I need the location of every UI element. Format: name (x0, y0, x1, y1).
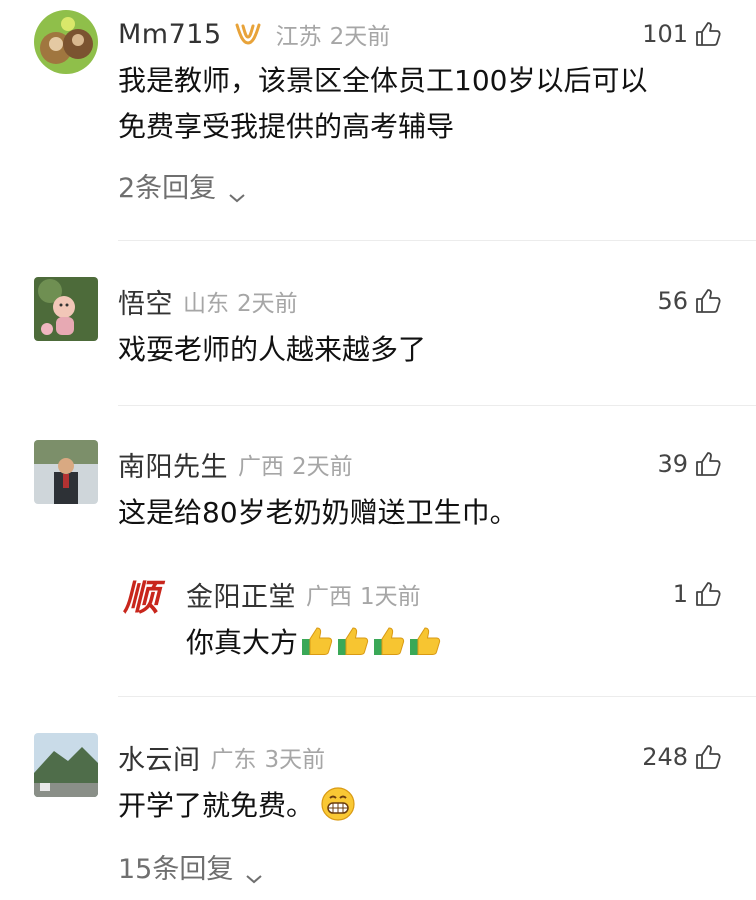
like-button[interactable]: 1 (673, 574, 722, 614)
avatar[interactable] (34, 733, 98, 797)
comment-text-line: 我是教师，该景区全体员工100岁以后可以 (118, 64, 648, 97)
comment-text-content: 开学了就免费。 (118, 789, 315, 822)
avatar[interactable] (34, 277, 98, 341)
grinning-emoji-icon (320, 786, 356, 822)
replies-label: 15条回复 (118, 854, 234, 885)
thumbs-up-emoji-icon (300, 624, 334, 658)
avatar-logo-text: 顺 (122, 577, 159, 619)
username[interactable]: 南阳先生 (118, 445, 228, 484)
comment-item: 水云间 广东 3天前 248 开学了就免费。 15条回复 (0, 697, 756, 900)
thumbs-up-outline-icon (694, 287, 722, 315)
comment-meta: Mm715 江苏 2天前 (118, 14, 390, 54)
comment-item: Mm715 江苏 2天前 101 我是教师，该景区全体员工100岁以后可以 免费… (0, 0, 756, 240)
avatar[interactable] (34, 10, 98, 74)
view-replies-button[interactable]: 2条回复 (118, 166, 246, 205)
thumbs-up-emoji-icon (372, 624, 406, 658)
reply-meta: 金阳正堂 广西 1天前 (186, 574, 421, 614)
comment-text: 开学了就免费。 (118, 783, 356, 829)
like-count: 101 (642, 20, 688, 48)
like-count: 56 (657, 287, 688, 315)
like-count: 248 (642, 743, 688, 771)
comment-item: 悟空 山东 2天前 56 戏耍老师的人越来越多了 (0, 241, 756, 405)
username[interactable]: 悟空 (118, 282, 173, 321)
thumbs-up-emoji-icon (336, 624, 370, 658)
like-button[interactable]: 56 (657, 281, 722, 321)
reply-text: 你真大方 (186, 620, 442, 666)
timestamp: 2天前 (237, 291, 298, 317)
vip-badge-icon (234, 21, 262, 47)
thumbs-up-outline-icon (694, 450, 722, 478)
view-replies-button[interactable]: 15条回复 (118, 847, 263, 886)
location: 广西 (238, 454, 284, 480)
comment-item: 南阳先生 广西 2天前 39 这是给80岁老奶奶赠送卫生巾。 顺 金阳正堂 广西… (0, 406, 756, 696)
like-button[interactable]: 39 (657, 444, 722, 484)
reply-item: 顺 金阳正堂 广西 1天前 1 你真大方 (0, 566, 756, 676)
thumbs-up-outline-icon (694, 580, 722, 608)
thumbs-up-outline-icon (694, 20, 722, 48)
like-count: 1 (672, 580, 688, 608)
avatar[interactable]: 顺 (118, 572, 164, 619)
reply-text-content: 你真大方 (186, 626, 299, 659)
timestamp: 2天前 (292, 454, 353, 480)
timestamp: 1天前 (360, 584, 421, 610)
username[interactable]: 水云间 (118, 738, 201, 777)
timestamp: 2天前 (329, 24, 391, 50)
comment-meta: 南阳先生 广西 2天前 (118, 444, 353, 484)
timestamp: 3天前 (264, 747, 326, 773)
like-count: 39 (657, 450, 688, 478)
location: 江苏 (275, 24, 322, 50)
comment-text: 这是给80岁老奶奶赠送卫生巾。 (118, 496, 518, 529)
like-button[interactable]: 248 (642, 737, 722, 777)
comment-meta: 悟空 山东 2天前 (118, 281, 298, 321)
comment-text: 我是教师，该景区全体员工100岁以后可以 免费享受我提供的高考辅导 (118, 58, 647, 150)
username[interactable]: 金阳正堂 (186, 575, 296, 614)
location: 广东 (210, 747, 257, 773)
like-button[interactable]: 101 (642, 14, 722, 54)
thumbs-up-emoji-icon (408, 624, 442, 658)
comment-text: 戏耍老师的人越来越多了 (118, 333, 427, 366)
thumbs-up-outline-icon (694, 743, 722, 771)
location: 山东 (183, 291, 229, 317)
replies-label: 2条回复 (118, 173, 217, 204)
chevron-down-icon (245, 861, 263, 883)
comment-meta: 水云间 广东 3天前 (118, 737, 325, 777)
avatar[interactable] (34, 440, 98, 504)
username[interactable]: Mm715 (118, 19, 222, 50)
chevron-down-icon (228, 180, 246, 202)
location: 广西 (306, 584, 352, 610)
comment-text-line: 免费享受我提供的高考辅导 (118, 110, 455, 143)
